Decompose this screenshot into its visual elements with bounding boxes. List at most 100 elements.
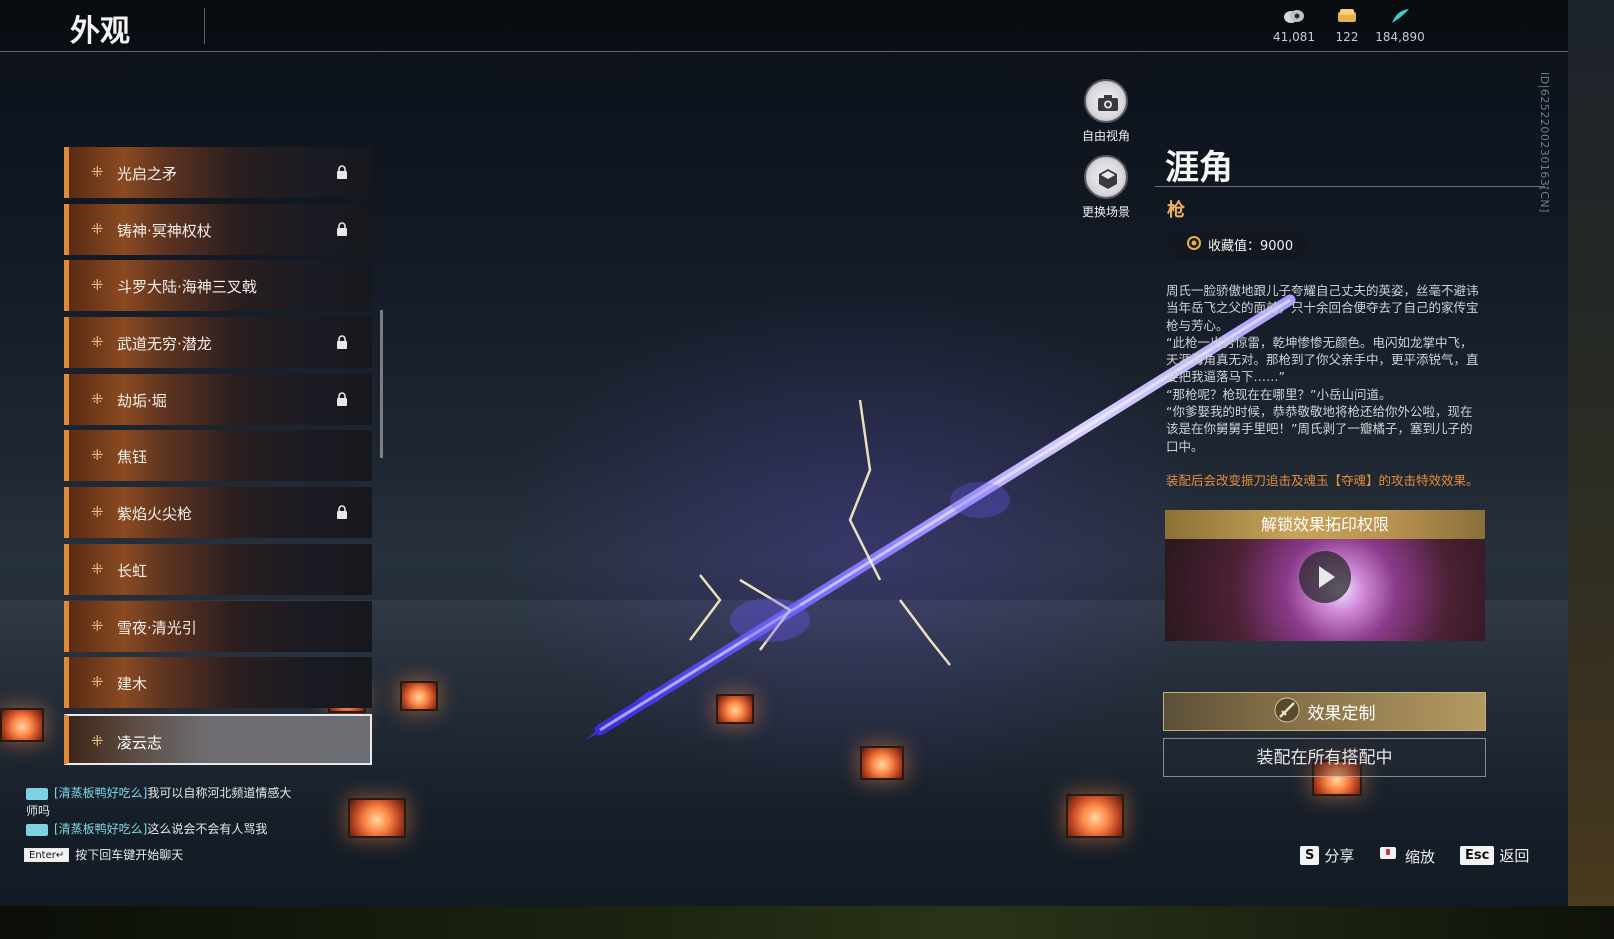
skin-name: 斗罗大陆·海神三叉戟 [117, 278, 257, 297]
divider [1155, 186, 1545, 187]
crossed-swords-icon: ⁜ [91, 559, 104, 578]
play-button[interactable] [1299, 551, 1351, 603]
crossed-swords-icon: ⁜ [91, 333, 104, 352]
zoom-label: 缩放 [1405, 847, 1436, 866]
floating-lantern [716, 694, 754, 724]
zoom-button[interactable]: 缩放 [1378, 845, 1435, 867]
skin-name: 焦钰 [117, 448, 148, 467]
crossed-swords-icon: ⁜ [91, 731, 104, 750]
background-edge [0, 906, 1614, 939]
skin-list-item[interactable]: ⁜ 紫焰火尖枪 [64, 487, 372, 539]
esc-key: Esc [1460, 846, 1495, 865]
description-paragraph: “那枪呢？枪现在在哪里？”小岳山问道。 [1166, 386, 1392, 402]
share-label: 分享 [1324, 847, 1355, 865]
floating-lantern [860, 746, 904, 780]
customize-effect-label: 效果定制 [1307, 704, 1376, 724]
floating-lantern [348, 798, 406, 838]
chat-username[interactable]: [清蒸板鸭好吃么] [54, 786, 147, 800]
currency-value: 184,890 [1375, 30, 1425, 44]
currency-3[interactable]: 184,890 [1370, 8, 1430, 44]
cube-icon [1099, 169, 1117, 189]
free-camera-button[interactable] [1084, 79, 1128, 123]
sword-icon [1274, 697, 1300, 727]
floating-lantern [400, 681, 438, 711]
eye-coin-icon [1264, 8, 1324, 28]
skin-list-item[interactable]: ⁜ 凌云志 [64, 713, 372, 765]
skin-name: 凌云志 [117, 733, 163, 752]
currency-value: 122 [1335, 30, 1359, 44]
mouse-icon [1378, 845, 1400, 867]
crossed-swords-icon: ⁜ [91, 389, 104, 408]
unlock-effect-title: 解锁效果拓印权限 [1165, 510, 1485, 539]
lock-icon [336, 334, 348, 350]
weapon-description: 周氏一脸骄傲地跟儿子夸耀自己丈夫的英姿，丝毫不避讳当年岳飞之父的面前，只十余回合… [1166, 282, 1484, 455]
skin-list-item[interactable]: ⁜ 武道无穷·潜龙 [64, 317, 372, 369]
background-edge [1568, 0, 1614, 906]
top-bar: 外观 41,081 122 184,890 [0, 0, 1568, 52]
gold-ticket-icon [1317, 8, 1377, 28]
skin-list: ⁜ 光启之矛 ⁜ 铸神·冥神权杖 ⁜ 斗罗大陆·海神三叉戟 ⁜ 武道无穷·潜龙 ⁜ 劫垢·堀 ⁜ 焦钰… [64, 147, 372, 771]
skin-list-item[interactable]: ⁜ 斗罗大陆·海神三叉戟 [64, 260, 372, 312]
share-button[interactable]: S 分享 [1300, 845, 1354, 866]
skin-list-item[interactable]: ⁜ 长虹 [64, 543, 372, 595]
currency-value: 41,081 [1273, 30, 1315, 44]
feather-icon [1370, 8, 1430, 28]
skin-name: 建木 [117, 675, 148, 694]
skin-name: 雪夜·清光引 [117, 618, 197, 637]
skin-list-item[interactable]: ⁜ 劫垢·堀 [64, 373, 372, 425]
skin-name: 铸神·冥神权杖 [117, 221, 212, 240]
lock-icon [336, 391, 348, 406]
change-scene-label: 更换场景 [1081, 205, 1130, 219]
crossed-swords-icon: ⁜ [91, 163, 104, 181]
collection-value: 收藏值：9000 [1208, 239, 1294, 254]
lock-icon [336, 504, 348, 520]
collection-value-badge: 收藏值：9000 [1168, 231, 1308, 258]
currency-2[interactable]: 122 [1317, 8, 1377, 44]
crossed-swords-icon: ⁜ [91, 503, 104, 522]
skin-name: 武道无穷·潜龙 [117, 335, 212, 354]
skin-name: 长虹 [117, 561, 148, 580]
chat-message: [清蒸板鸭好吃么]这么说会不会有人骂我 [26, 820, 296, 838]
floating-lantern [1066, 794, 1124, 838]
chat-text: 这么说会不会有人骂我 [147, 822, 268, 836]
skin-list-item[interactable]: ⁜ 铸神·冥神权杖 [64, 203, 372, 255]
enter-key-icon: Enter↵ [24, 847, 70, 862]
crossed-swords-icon: ⁜ [91, 219, 104, 238]
list-scrollbar[interactable] [380, 310, 383, 458]
skin-list-item[interactable]: ⁜ 建木 [64, 657, 372, 709]
customize-effect-button[interactable]: 效果定制 [1163, 692, 1486, 731]
chat-log: [清蒸板鸭好吃么]我可以自称河北频道情感大师吗 [清蒸板鸭好吃么]这么说会不会有… [26, 784, 296, 838]
description-paragraph: “此枪一出势惊雷，乾坤惨惨无颜色。电闪如龙掌中飞，天涯海角真无对。那枪到了你父亲… [1166, 334, 1479, 385]
weapon-type: 枪 [1167, 200, 1185, 221]
chat-hint-text: 按下回车键开始聊天 [75, 848, 184, 862]
collection-icon [1186, 235, 1202, 255]
crossed-swords-icon: ⁜ [91, 673, 104, 692]
chat-channel-icon [26, 823, 48, 836]
chat-hint[interactable]: Enter↵ 按下回车键开始聊天 [24, 846, 183, 863]
change-scene-button[interactable] [1084, 155, 1128, 199]
skin-list-item[interactable]: ⁜ 焦钰 [64, 430, 372, 482]
skin-name: 光启之矛 [117, 165, 178, 183]
chat-message: [清蒸板鸭好吃么]我可以自称河北频道情感大师吗 [26, 784, 296, 820]
chat-username[interactable]: [清蒸板鸭好吃么] [54, 822, 147, 836]
description-paragraph: 周氏一脸骄傲地跟儿子夸耀自己丈夫的英姿，丝毫不避讳当年岳飞之父的面前，只十余回合… [1166, 283, 1479, 333]
lock-icon [336, 221, 348, 236]
skin-list-item[interactable]: ⁜ 光启之矛 [64, 147, 372, 198]
effect-preview-video[interactable] [1165, 539, 1485, 641]
camera-icon [1098, 95, 1118, 111]
player-id: ID|6252200230163[CN] [1538, 72, 1551, 213]
equip-all-button[interactable]: 装配在所有搭配中 [1163, 738, 1486, 777]
back-label: 返回 [1499, 847, 1530, 865]
page-title: 外观 [70, 14, 130, 49]
currency-1[interactable]: 41,081 [1264, 8, 1324, 44]
unlock-effect-card[interactable]: 解锁效果拓印权限 [1165, 510, 1485, 641]
back-button[interactable]: Esc 返回 [1460, 845, 1529, 866]
skin-name: 劫垢·堀 [117, 391, 167, 410]
header-divider [0, 51, 1568, 52]
free-camera-label: 自由视角 [1081, 129, 1130, 143]
weapon-name: 涯角 [1165, 148, 1233, 188]
effect-note: 装配后会改变振刀追击及魂玉【夺魂】的攻击特效效果。 [1166, 473, 1479, 488]
description-paragraph: “你爹娶我的时候，恭恭敬敬地将枪还给你外公啦，现在该是在你舅舅手里吧！”周氏剥了… [1166, 404, 1473, 454]
floating-lantern [0, 708, 44, 742]
skin-list-item[interactable]: ⁜ 雪夜·清光引 [64, 600, 372, 652]
